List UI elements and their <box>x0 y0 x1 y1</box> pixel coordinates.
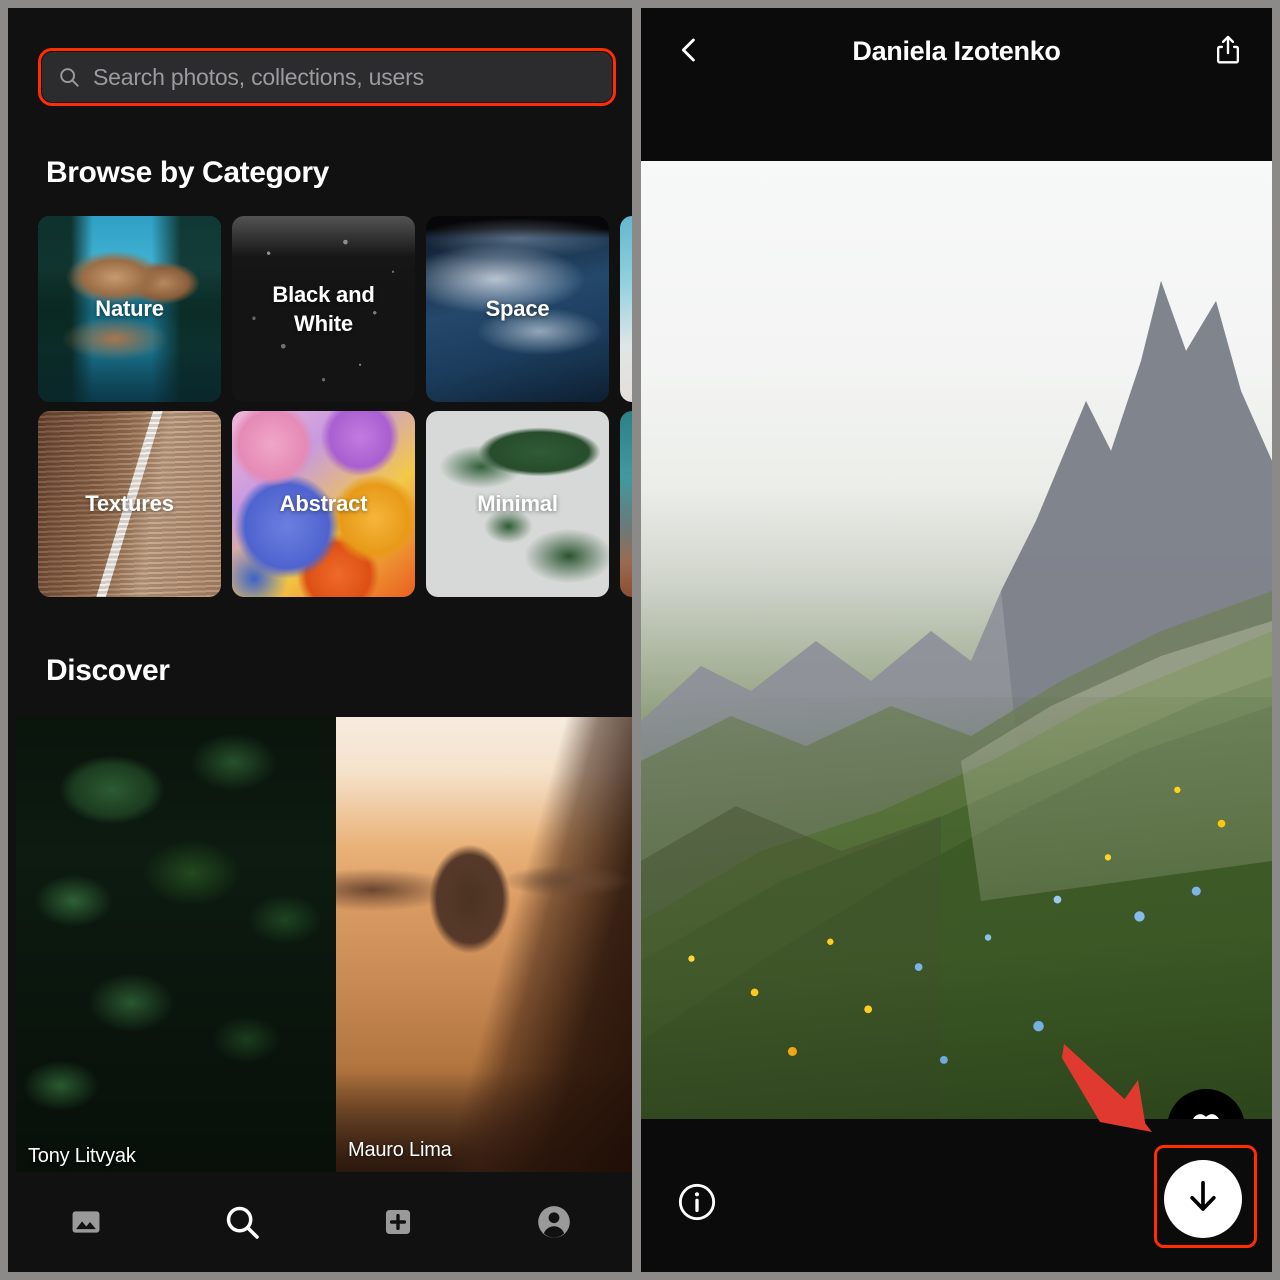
download-highlight-box <box>1154 1145 1257 1248</box>
navigation-bar: Daniela Izotenko <box>641 8 1272 158</box>
category-tile-black-and-white[interactable]: Black and White <box>232 216 415 402</box>
category-tile-space[interactable]: Space <box>426 216 609 402</box>
heart-icon <box>1189 1110 1223 1119</box>
category-tile-textures[interactable]: Textures <box>38 411 221 597</box>
share-icon <box>1213 34 1243 71</box>
category-tile[interactable] <box>620 216 632 402</box>
category-thumbnail <box>620 411 632 597</box>
page-title: Daniela Izotenko <box>852 36 1061 66</box>
download-button[interactable] <box>1164 1160 1242 1238</box>
category-label: Textures <box>85 490 174 516</box>
category-tile-abstract[interactable]: Abstract <box>232 411 415 597</box>
left-phone-screen: Search photos, collections, users Browse… <box>8 8 632 1272</box>
category-tile[interactable] <box>620 411 632 597</box>
category-label: Black and White <box>272 282 375 336</box>
discover-photo-card[interactable]: Tony Litvyak <box>16 716 336 1178</box>
sidebar-item-profile[interactable] <box>476 1172 632 1272</box>
search-placeholder: Search photos, collections, users <box>93 63 424 90</box>
discover-grid: Tony Litvyak Mauro Lima <box>16 716 632 1178</box>
category-tile-minimal[interactable]: Minimal <box>426 411 609 597</box>
screen-divider <box>632 0 641 1280</box>
search-bar[interactable]: Search photos, collections, users <box>38 48 616 106</box>
right-phone-screen: Daniela Izotenko <box>641 8 1272 1272</box>
category-tile-nature[interactable]: Nature <box>38 216 221 402</box>
discover-title: Discover <box>46 654 170 687</box>
sidebar-item-upload[interactable] <box>320 1172 476 1272</box>
dual-screenshot: Search photos, collections, users Browse… <box>0 0 1280 1280</box>
bottom-tab-bar <box>8 1172 632 1272</box>
category-label: Nature <box>95 295 164 321</box>
category-row-2: Textures Abstract Minimal <box>38 411 632 597</box>
browse-by-category-title: Browse by Category <box>46 156 329 189</box>
photo-credit: Tony Litvyak <box>28 1145 136 1167</box>
info-button[interactable] <box>677 1182 717 1222</box>
person-icon <box>535 1203 573 1241</box>
category-label: Space <box>485 295 550 321</box>
category-row-1: Nature Black and White Space <box>38 216 632 402</box>
plus-box-icon <box>381 1205 415 1239</box>
search-input[interactable]: Search photos, collections, users <box>42 52 612 102</box>
category-label: Abstract <box>279 490 368 516</box>
pine-photo <box>16 716 336 1178</box>
info-icon <box>677 1183 717 1226</box>
rio-photo <box>336 717 632 1172</box>
arrow-down-icon <box>1183 1177 1223 1222</box>
image-icon <box>69 1205 103 1239</box>
category-thumbnail <box>620 216 632 402</box>
sidebar-item-photos[interactable] <box>8 1172 164 1272</box>
category-label: Minimal <box>477 490 558 516</box>
sidebar-item-search[interactable] <box>164 1172 320 1272</box>
hero-photo[interactable] <box>641 161 1272 1119</box>
search-icon <box>58 66 80 88</box>
share-button[interactable] <box>1204 28 1252 76</box>
photo-credit: Mauro Lima <box>348 1139 452 1161</box>
discover-photo-card[interactable]: Mauro Lima <box>336 717 632 1172</box>
search-icon <box>223 1203 261 1241</box>
wildflowers-foreground <box>641 697 1272 1119</box>
